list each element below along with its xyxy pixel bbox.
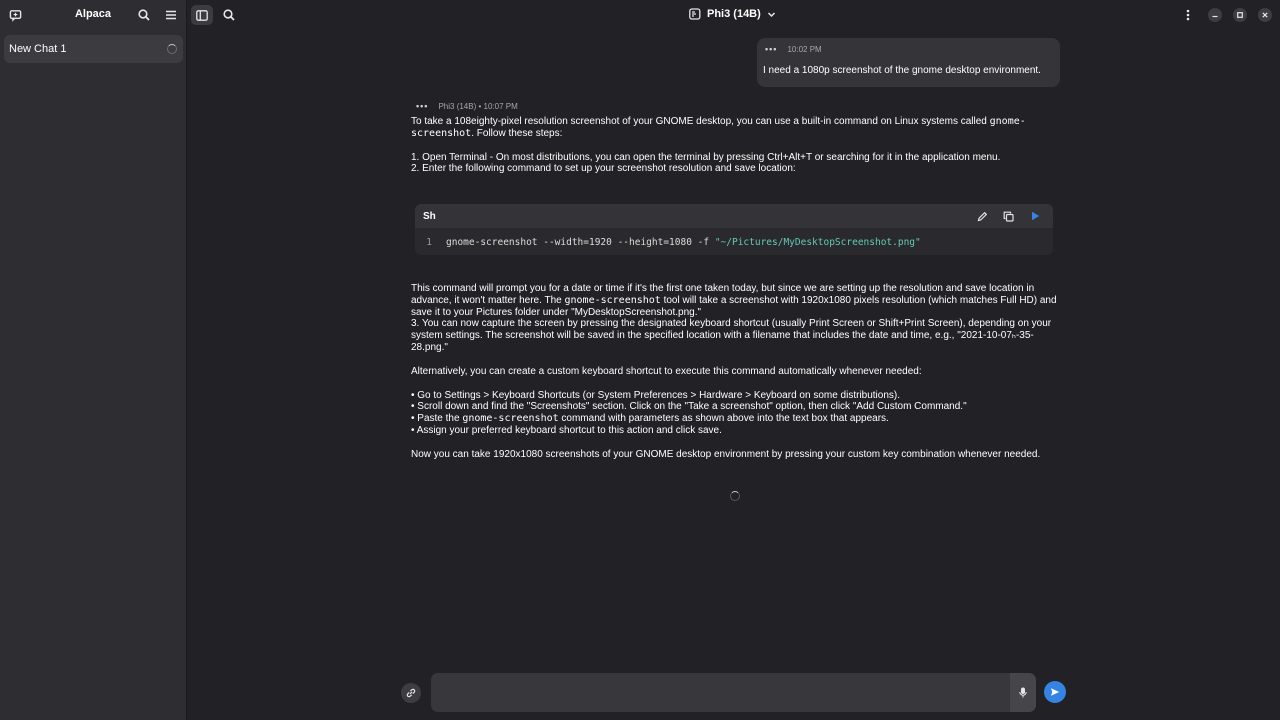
sidebar: Alpaca New Chat 1 [0,0,187,720]
sidebar-item-new-chat-1[interactable]: New Chat 1 [4,35,183,63]
loading-spinner-icon [730,491,740,501]
sidebar-toggle-icon [196,9,208,21]
header-bar: Phi3 (14B) [187,0,1280,30]
search-icon[interactable] [220,6,238,24]
message-input[interactable] [431,673,1006,712]
message-meta: Phi3 (14B) • 10:07 PM [438,101,518,111]
line-number: 1 [426,237,432,248]
bullet-1: • Go to Settings > Keyboard Shortcuts (o… [411,389,901,401]
bullet-3: • Paste the gnome-screenshot command wit… [411,413,1061,425]
bot-text-body: This command will prompt you for a date … [411,283,1061,461]
kebab-menu-icon[interactable] [1179,6,1197,24]
search-icon[interactable] [135,6,153,24]
link-icon [406,688,416,698]
model-selector[interactable]: Phi3 (14B) [689,8,776,20]
step-1: 1. Open Terminal - On most distributions… [411,151,1001,163]
code-line: 1 gnome-screenshot --width=1920 --height… [415,237,921,248]
text-span: . Follow these steps: [471,127,563,139]
user-message: ••• 10:02 PM I need a 1080p screenshot o… [757,38,1060,87]
outro-text: Now you can take 1920x1080 screenshots o… [411,448,1041,460]
close-icon [1262,12,1268,18]
microphone-button[interactable] [1010,673,1036,712]
code-block: Sh 1 gnome-screenshot --width=1920 --hei… [415,204,1053,255]
bot-text-intro: To take a 108eighty-pixel resolution scr… [411,116,1061,175]
attach-button[interactable] [401,683,421,703]
step-3: 3. You can now capture the screen by pre… [411,318,1052,353]
main-area: Phi3 (14B) ••• 10:02 PM I need a 1080p s… [187,0,1280,720]
message-text: I need a 1080p screenshot of the gnome d… [763,65,1041,76]
sidebar-toggle-button[interactable] [191,5,213,25]
edit-code-icon[interactable] [975,209,989,223]
message-options-icon[interactable]: ••• [416,101,428,111]
text-span: command with parameters as shown above i… [558,413,889,425]
close-button[interactable] [1258,8,1272,22]
code-command: gnome-screenshot --width=1920 --height=1… [446,237,715,248]
inline-code: gnome-screenshot [564,294,661,306]
step-2: 2. Enter the following command to set up… [411,163,796,175]
code-string: "~/Pictures/MyDesktopScreenshot.png" [714,237,921,248]
run-code-icon[interactable] [1028,209,1042,223]
maximize-icon [1237,12,1243,18]
sidebar-header: Alpaca [0,0,186,30]
bullet-4: • Assign your preferred keyboard shortcu… [411,424,722,436]
bullet-2: • Scroll down and find the "Screenshots"… [411,401,967,413]
send-icon [1051,688,1060,696]
bot-message-header: ••• Phi3 (14B) • 10:07 PM [416,101,518,111]
model-manager-icon [689,8,701,20]
menu-icon[interactable] [162,6,180,24]
message-composer [431,673,1036,712]
send-button[interactable] [1044,681,1066,703]
chevron-down-icon [767,11,775,17]
copy-code-icon[interactable] [1001,209,1015,223]
microphone-icon [1019,687,1027,698]
loading-spinner-icon [167,44,177,54]
message-options-icon[interactable]: ••• [765,44,777,54]
alternative-text: Alternatively, you can create a custom k… [411,365,922,377]
chat-item-label: New Chat 1 [9,43,67,55]
text-span: • Paste the [411,413,463,425]
message-time: 10:02 PM [787,44,822,54]
text-span: To take a 108eighty-pixel resolution scr… [411,116,990,127]
model-name: Phi3 (14B) [707,8,761,20]
inline-code: gnome-screenshot [462,413,559,425]
app-title: Alpaca [74,8,112,20]
code-header: Sh [415,204,1053,228]
minimize-icon [1212,15,1218,18]
code-language: Sh [423,210,436,222]
maximize-button[interactable] [1233,8,1247,22]
minimize-button[interactable] [1208,8,1222,22]
